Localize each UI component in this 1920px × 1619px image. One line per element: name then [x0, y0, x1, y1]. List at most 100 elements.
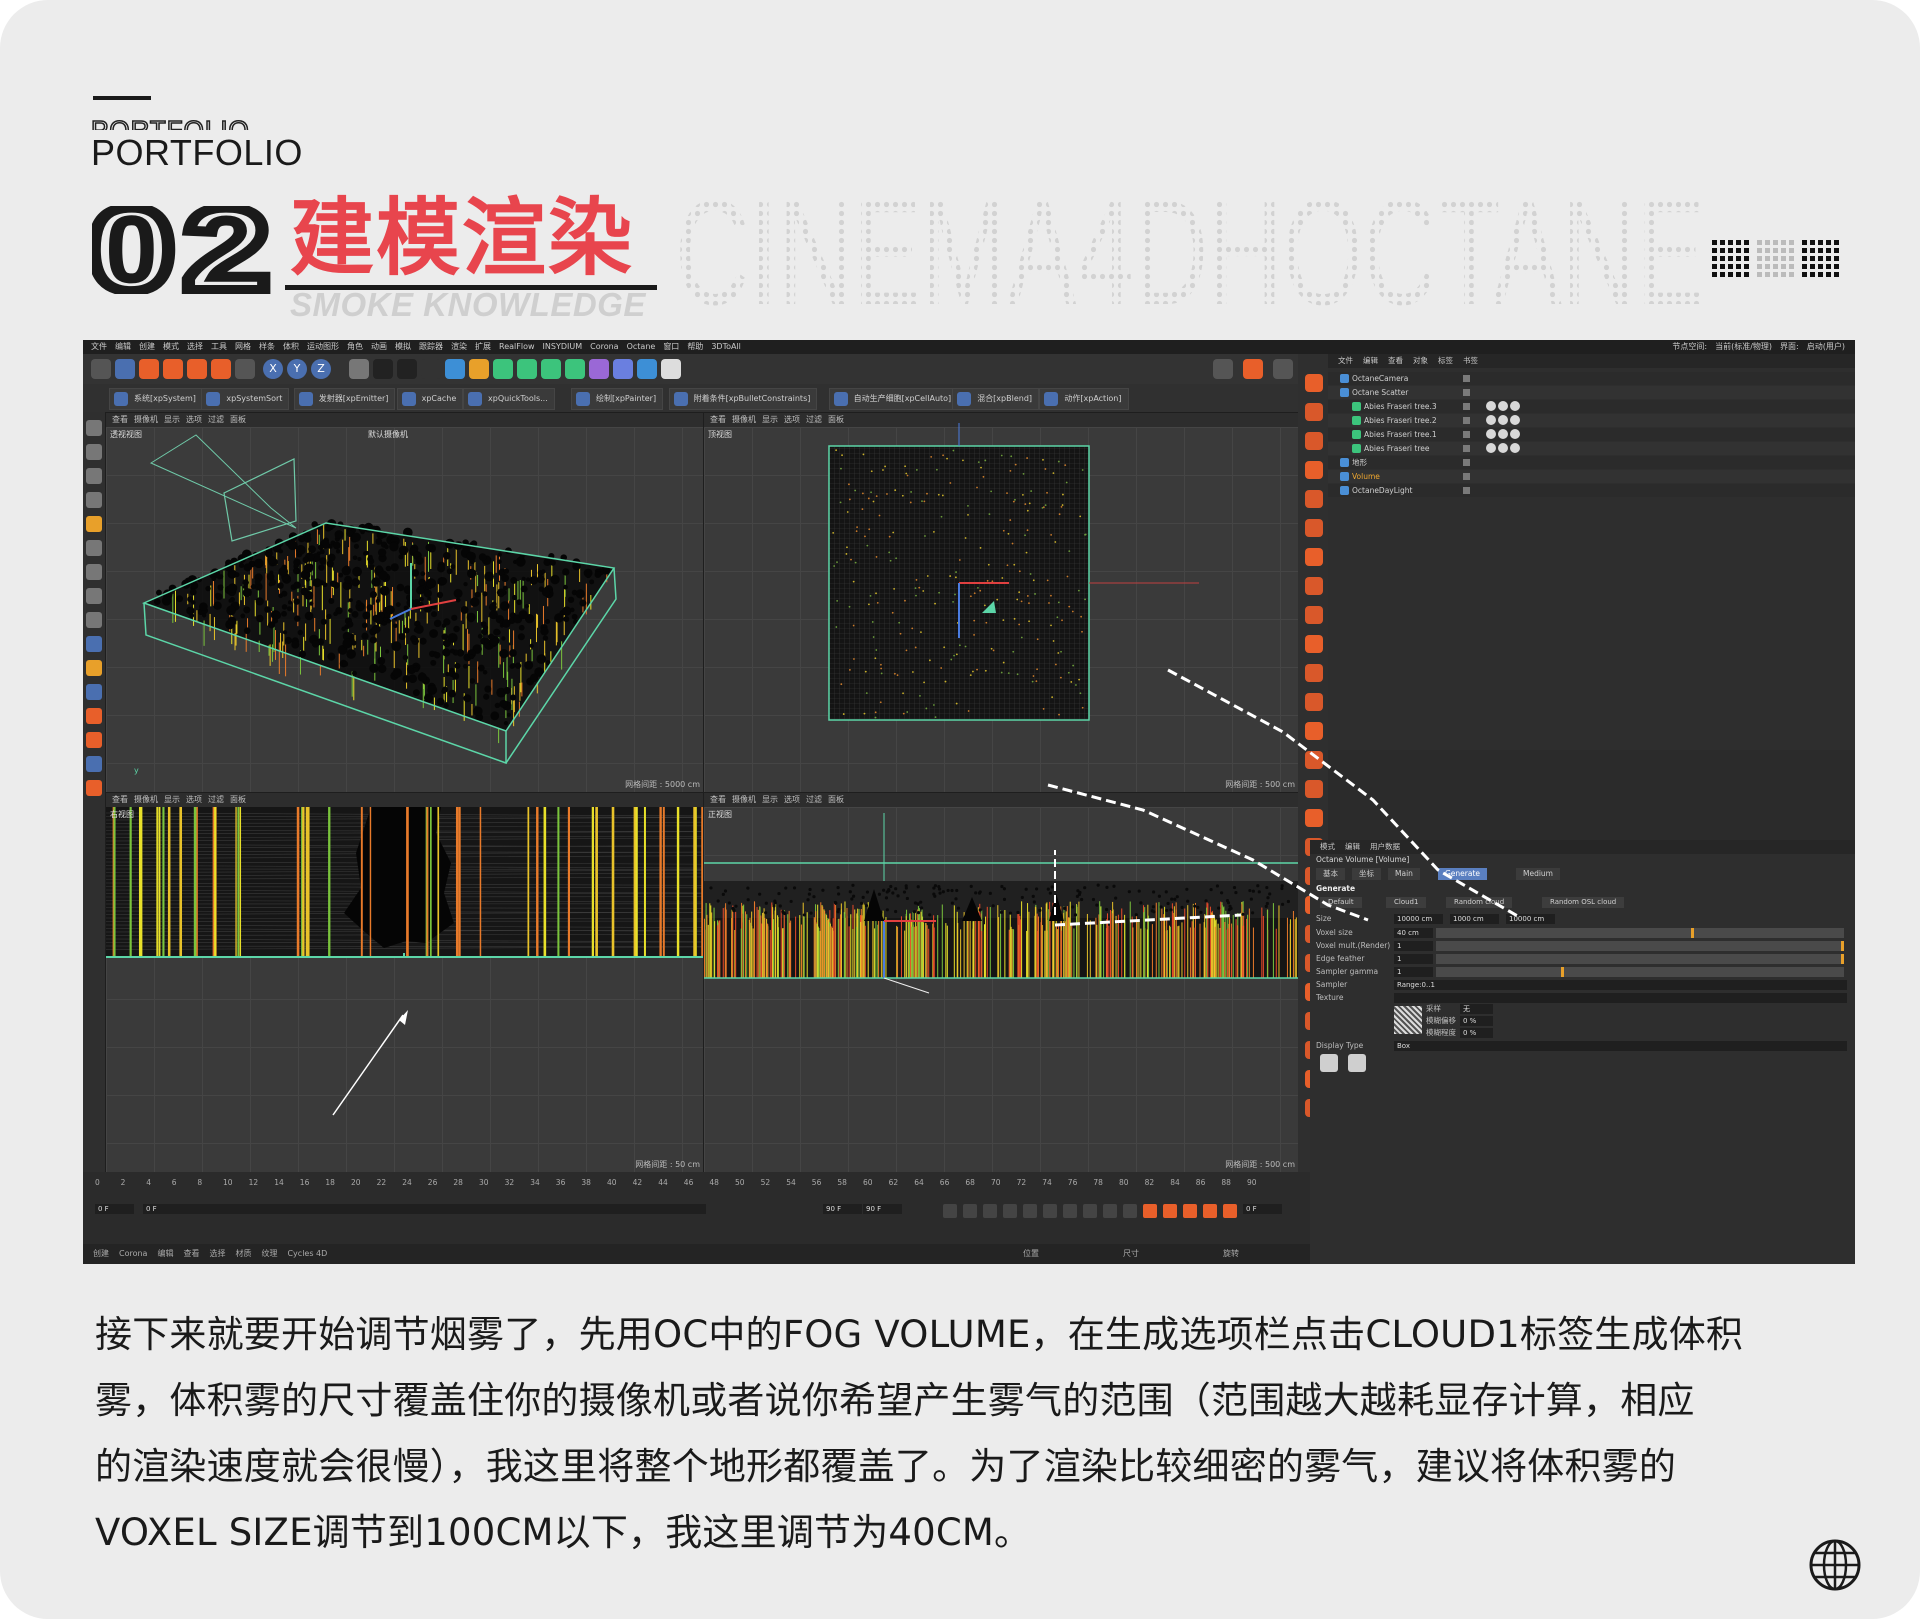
array-icon[interactable] — [493, 359, 513, 379]
plugin-button-3[interactable]: xpCache — [396, 388, 464, 410]
texture-preview[interactable] — [1394, 1006, 1422, 1034]
left-tool-icon[interactable] — [86, 492, 102, 508]
menu-item[interactable]: 模拟 — [395, 342, 411, 351]
octane-tool-icon[interactable] — [1305, 519, 1323, 537]
material-tag-icon[interactable] — [1510, 415, 1520, 425]
left-tool-icon[interactable] — [86, 516, 102, 532]
generate-preset-button[interactable]: Cloud1 — [1386, 897, 1427, 908]
render-view-icon[interactable] — [373, 359, 393, 379]
param-field[interactable]: Range:0..1 — [1394, 980, 1847, 990]
undo-icon[interactable] — [91, 359, 111, 379]
menu-right-item[interactable]: 界面: — [1780, 342, 1799, 351]
field-icon[interactable] — [613, 359, 633, 379]
octane-tool-icon[interactable] — [1305, 635, 1323, 653]
timeline-ruler[interactable]: 0 2 4 6 8 10 12 14 16 18 20 22 24 26 28 30 32 34 36 38 40 42 4… — [95, 1172, 1275, 1192]
visibility-toggle[interactable] — [1463, 375, 1470, 382]
visibility-toggle[interactable] — [1463, 459, 1470, 466]
param-field[interactable]: 1 — [1394, 967, 1433, 977]
texture-row-field[interactable]: 0 % — [1460, 1028, 1493, 1038]
object-row[interactable]: Abies Fraseri tree.2 — [1328, 414, 1855, 427]
playback-control-icon[interactable] — [1043, 1204, 1057, 1218]
playback-control-icon[interactable] — [943, 1204, 957, 1218]
status-item[interactable]: 编辑 — [157, 1249, 173, 1258]
object-menu-item[interactable]: 编辑 — [1363, 356, 1378, 365]
octane-tool-icon[interactable] — [1305, 693, 1323, 711]
menu-item[interactable]: 角色 — [347, 342, 363, 351]
left-tool-icon[interactable] — [86, 588, 102, 604]
display-type-select[interactable]: Box — [1394, 1041, 1847, 1051]
playback-control-icon[interactable] — [1123, 1204, 1137, 1218]
material-tag-icon[interactable] — [1486, 429, 1496, 439]
object-row[interactable]: Octane Scatter — [1328, 386, 1855, 399]
slider-knob[interactable] — [1841, 954, 1844, 964]
visibility-toggle[interactable] — [1463, 431, 1470, 438]
left-tool-icon[interactable] — [86, 420, 102, 436]
grid-snap-icon[interactable] — [1273, 359, 1293, 379]
visibility-toggle[interactable] — [1463, 389, 1470, 396]
status-item[interactable]: 创建 — [93, 1249, 109, 1258]
left-tool-icon[interactable] — [86, 684, 102, 700]
menu-item[interactable]: INSYDIUM — [543, 342, 583, 351]
playback-control-icon[interactable] — [1083, 1204, 1097, 1218]
menu-right-item[interactable]: 当前(标准/物理) — [1715, 342, 1772, 351]
left-tool-icon[interactable] — [86, 444, 102, 460]
viewport-top[interactable]: 查看 摄像机 显示 选项 过滤 面板 顶视图 网格间距 : 500 cm — [703, 412, 1300, 794]
render-settings-icon[interactable] — [421, 359, 441, 379]
playback-control-icon[interactable] — [1143, 1204, 1157, 1218]
playback-control-icon[interactable] — [983, 1204, 997, 1218]
frame-field[interactable]: 0 F — [95, 1204, 134, 1214]
viewport-front[interactable]: 查看 摄像机 显示 选项 过滤 面板 正视图 网格间距 : 500 cm — [703, 792, 1300, 1174]
playback-control-icon[interactable] — [1103, 1204, 1117, 1218]
material-tag-icon[interactable] — [1510, 429, 1520, 439]
frame-field[interactable]: 0 F — [1243, 1204, 1282, 1214]
size-field[interactable]: 10000 cm — [1506, 914, 1555, 924]
menu-item[interactable]: 渲染 — [451, 342, 467, 351]
menu-item[interactable]: 网格 — [235, 342, 251, 351]
menu-item[interactable]: 编辑 — [115, 342, 131, 351]
visibility-toggle[interactable] — [1463, 473, 1470, 480]
plugin-button-5[interactable]: 绘制[xpPainter] — [571, 388, 664, 410]
octane-tool-icon[interactable] — [1305, 664, 1323, 682]
attr-tab[interactable]: Main — [1388, 868, 1420, 880]
menu-item[interactable]: 选择 — [187, 342, 203, 351]
menu-right-item[interactable]: 启动(用户) — [1807, 342, 1845, 351]
object-row[interactable]: Abies Fraseri tree — [1328, 442, 1855, 455]
axis-y-button[interactable]: Y — [287, 359, 307, 379]
left-tool-icon[interactable] — [86, 612, 102, 628]
slider-knob[interactable] — [1691, 928, 1694, 938]
octane-tool-icon[interactable] — [1305, 374, 1323, 392]
render-icon[interactable] — [397, 359, 417, 379]
octane-tool-icon[interactable] — [1305, 751, 1323, 769]
object-menu-item[interactable]: 对象 — [1413, 356, 1428, 365]
material-tag-icon[interactable] — [1498, 415, 1508, 425]
material-tag-icon[interactable] — [1498, 429, 1508, 439]
object-row[interactable]: OctaneDayLight — [1328, 484, 1855, 497]
visibility-toggle[interactable] — [1463, 417, 1470, 424]
menu-right-item[interactable]: 节点空间: — [1672, 342, 1707, 351]
status-item[interactable]: Cycles 4D — [287, 1249, 327, 1258]
octane-tool-icon[interactable] — [1305, 461, 1323, 479]
attr-tab[interactable]: Medium — [1516, 868, 1560, 880]
material-tag-icon[interactable] — [1486, 443, 1496, 453]
octane-tool-icon[interactable] — [1305, 606, 1323, 624]
plugin-button-7[interactable]: 自动生产细胞[xpCellAuto] — [828, 388, 959, 410]
menu-item[interactable]: 帮助 — [687, 342, 703, 351]
scale-icon[interactable] — [163, 359, 183, 379]
octane-tool-icon[interactable] — [1305, 403, 1323, 421]
attr-tab[interactable]: 坐标 — [1352, 868, 1381, 880]
object-menu-item[interactable]: 标签 — [1438, 356, 1453, 365]
slider-knob[interactable] — [1841, 941, 1844, 951]
menu-item[interactable]: 文件 — [91, 342, 107, 351]
move-tool-icon[interactable] — [115, 359, 135, 379]
playback-control-icon[interactable] — [963, 1204, 977, 1218]
status-item[interactable]: Corona — [119, 1249, 147, 1258]
param-field[interactable] — [1394, 993, 1847, 1003]
frame-field[interactable]: 90 F — [863, 1204, 902, 1214]
attr-menu-item[interactable]: 用户数据 — [1370, 842, 1400, 851]
octane-tool-icon[interactable] — [1305, 490, 1323, 508]
floor-icon[interactable] — [637, 359, 657, 379]
generate-preset-button[interactable]: Random OSL cloud — [1542, 897, 1625, 908]
playback-control-icon[interactable] — [1003, 1204, 1017, 1218]
playback-control-icon[interactable] — [1223, 1204, 1237, 1218]
cloner-icon[interactable] — [517, 359, 537, 379]
